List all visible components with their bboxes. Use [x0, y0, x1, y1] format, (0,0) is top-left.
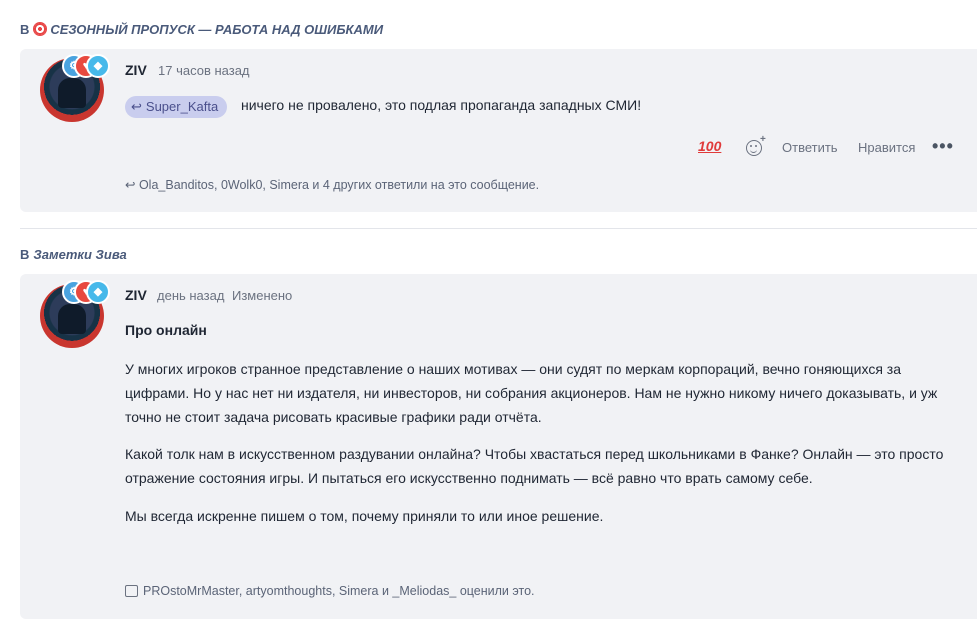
quote-user-pill[interactable]: ↩ Super_Kafta — [125, 96, 228, 118]
post-author[interactable]: ZIV — [125, 287, 147, 303]
divider — [20, 228, 977, 229]
diamond-badge-icon: ◆ — [86, 280, 110, 304]
add-reaction-plus-icon: + — [760, 134, 766, 145]
reply-arrow-icon: ↩ — [125, 178, 139, 192]
replies-summary[interactable]: ↩ Ola_Banditos, 0Wolk0, Simera и 4 други… — [125, 177, 539, 192]
reaction-100-icon[interactable]: 100 — [698, 138, 721, 154]
post-text: ничего не провалено, это подлая пропаган… — [241, 97, 642, 113]
more-options-button[interactable]: ••• — [932, 136, 954, 157]
thread-title[interactable]: В Заметки Зива — [20, 247, 127, 262]
post-paragraph-line: точно не стоит задача рисовать красивые … — [125, 409, 542, 425]
likes-summary[interactable]: PROstoMrMaster, artyomthoughts, Simera и… — [125, 584, 535, 598]
target-icon — [33, 22, 48, 36]
like-button[interactable]: Нравится — [858, 140, 915, 155]
thread-prefix: В — [20, 247, 30, 262]
post-paragraph-line: Мы всегда искренне пишем о том, почему п… — [125, 508, 604, 524]
avatar[interactable]: ⚙ ♥ ◆ — [40, 280, 110, 348]
post-paragraph-line: отражение состояния игры. И пытаться его… — [125, 470, 813, 486]
post-paragraph-line: Какой толк нам в искусственном раздувани… — [125, 446, 944, 462]
replies-text[interactable]: Ola_Banditos, 0Wolk0, Simera и 4 других … — [139, 178, 539, 192]
diamond-badge-icon: ◆ — [86, 54, 110, 78]
post-author[interactable]: ZIV — [125, 62, 147, 78]
avatar[interactable]: ⚙ ♥ ◆ — [40, 54, 110, 122]
reply-arrow-icon: ↩ — [131, 99, 142, 114]
edited-label[interactable]: Изменено — [232, 288, 292, 303]
post-heading: Про онлайн — [125, 322, 207, 338]
thread-prefix: В — [20, 22, 30, 37]
thread-title-text[interactable]: Заметки Зива — [33, 247, 126, 262]
thumbs-up-icon — [125, 585, 138, 597]
likes-text[interactable]: PROstoMrMaster, artyomthoughts, Simera и… — [143, 584, 535, 598]
post-time[interactable]: 17 часов назад — [158, 63, 250, 78]
thread-title[interactable]: В СЕЗОННЫЙ ПРОПУСК — РАБОТА НАД ОШИБКАМИ — [20, 22, 383, 37]
post-paragraph-line: цифрами. Но у нас нет ни издателя, ни ин… — [125, 385, 938, 401]
quote-user-name: Super_Kafta — [145, 99, 219, 114]
thread-title-text[interactable]: СЕЗОННЫЙ ПРОПУСК — РАБОТА НАД ОШИБКАМИ — [50, 22, 383, 37]
post-time[interactable]: день назад — [157, 288, 224, 303]
post-paragraph-line: У многих игроков странное представление … — [125, 361, 902, 377]
reply-button[interactable]: Ответить — [782, 140, 838, 155]
